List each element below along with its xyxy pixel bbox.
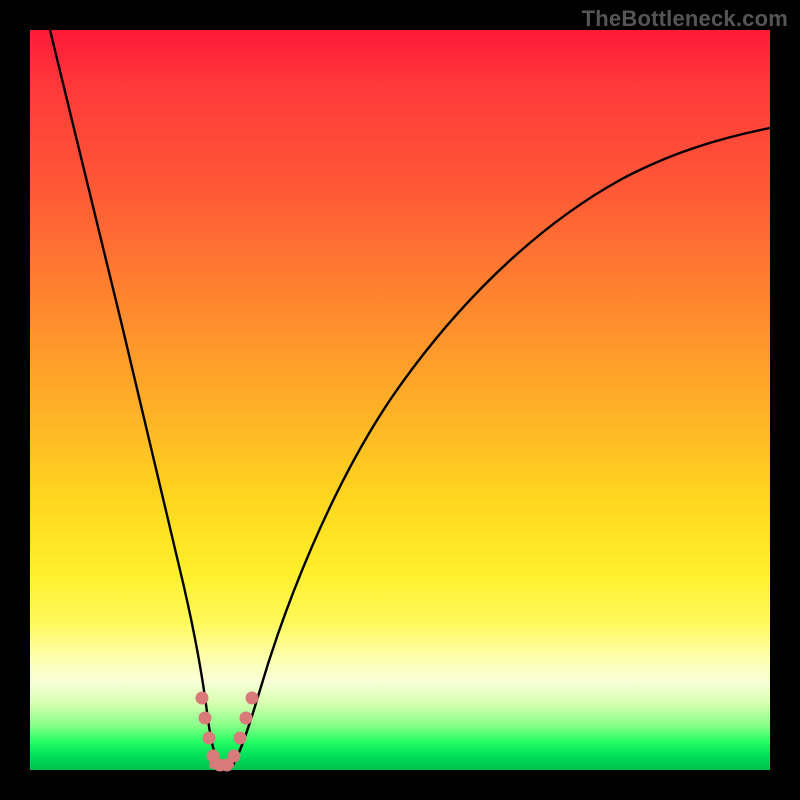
plot-area xyxy=(30,30,770,770)
data-point xyxy=(203,732,215,744)
chart-frame: TheBottleneck.com xyxy=(0,0,800,800)
data-point xyxy=(199,712,211,724)
curve-path xyxy=(50,30,770,765)
bottleneck-curve xyxy=(30,30,770,770)
data-point xyxy=(246,692,258,704)
data-point xyxy=(196,692,208,704)
watermark-text: TheBottleneck.com xyxy=(582,6,788,32)
data-point xyxy=(240,712,252,724)
data-point xyxy=(228,750,240,762)
data-point xyxy=(234,732,246,744)
